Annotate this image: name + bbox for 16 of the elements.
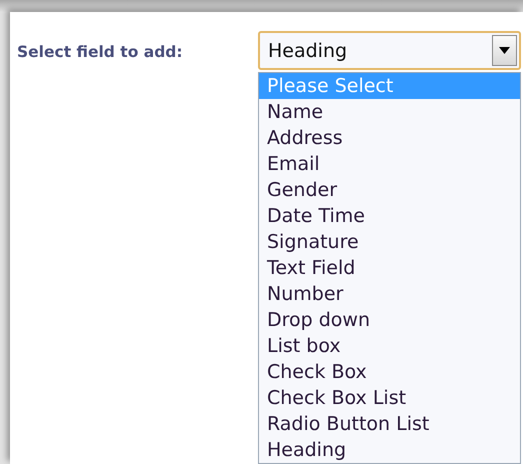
dropdown-option[interactable]: Gender	[259, 177, 520, 203]
dropdown-option[interactable]: Text Field	[259, 255, 520, 281]
dropdown-option[interactable]: Radio Button List	[259, 411, 520, 437]
dropdown-option[interactable]: Email	[259, 151, 520, 177]
field-label: Select field to add:	[17, 43, 183, 61]
dropdown-option[interactable]: Address	[259, 125, 520, 151]
field-type-dropdown[interactable]: Heading	[258, 31, 521, 70]
dropdown-option[interactable]: Date Time	[259, 203, 520, 229]
dropdown-option[interactable]: Name	[259, 99, 520, 125]
dropdown-option[interactable]: Number	[259, 281, 520, 307]
dropdown-option[interactable]: Check Box List	[259, 385, 520, 411]
dropdown-option[interactable]: Check Box	[259, 359, 520, 385]
dropdown-option[interactable]: Heading	[259, 437, 520, 463]
dropdown-option[interactable]: Signature	[259, 229, 520, 255]
dropdown-option[interactable]: List box	[259, 333, 520, 359]
dropdown-option[interactable]: Drop down	[259, 307, 520, 333]
